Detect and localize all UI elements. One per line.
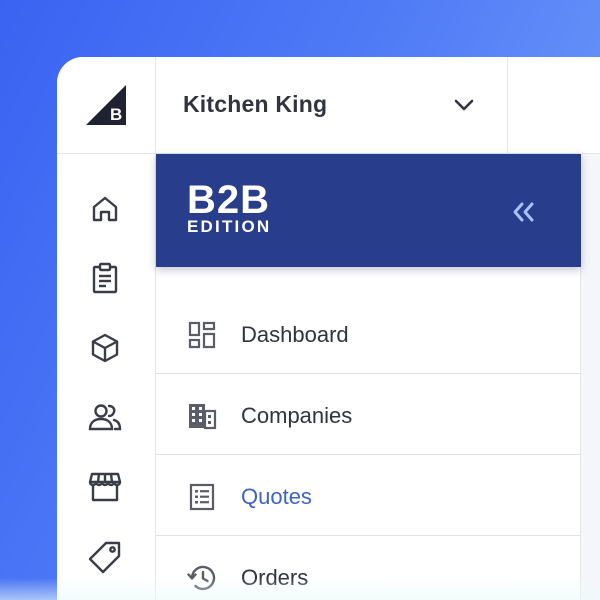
rail-home-button[interactable] <box>85 189 125 229</box>
tag-icon <box>88 541 121 574</box>
app-window: B Kitchen King B2B EDITION Dashboard Com… <box>57 57 600 600</box>
chevron-down-icon <box>454 99 474 111</box>
store-selector[interactable]: Kitchen King <box>156 57 508 154</box>
rail-marketing-button[interactable] <box>85 537 125 577</box>
header-right <box>508 57 600 154</box>
rail-customers-button[interactable] <box>85 397 125 437</box>
history-icon <box>187 565 216 591</box>
content-area <box>581 154 600 600</box>
collapse-sidebar-button[interactable] <box>508 197 538 227</box>
rail-storefront-button[interactable] <box>85 467 125 507</box>
quote-list-icon <box>189 483 215 511</box>
bigcommerce-logo-icon: B <box>86 85 126 125</box>
menu-item-dashboard[interactable]: Dashboard <box>156 293 581 374</box>
users-icon <box>88 404 122 431</box>
b2b-banner: B2B EDITION <box>156 154 581 267</box>
menu-item-label: Quotes <box>241 484 312 509</box>
menu-item-label: Dashboard <box>241 322 349 347</box>
menu-item-companies[interactable]: Companies <box>156 374 581 455</box>
clipboard-icon <box>92 262 118 294</box>
box-icon <box>91 333 119 363</box>
svg-text:B: B <box>110 105 122 124</box>
rail-orders-button[interactable] <box>85 258 125 298</box>
building-icon <box>189 404 217 430</box>
b2b-logo-top: B2B <box>187 178 271 222</box>
icon-rail: B <box>57 57 156 600</box>
storefront-icon <box>88 472 122 502</box>
rail-products-button[interactable] <box>85 328 125 368</box>
menu-item-quotes[interactable]: Quotes <box>156 455 581 536</box>
store-name: Kitchen King <box>183 91 328 117</box>
menu-item-label: Orders <box>241 565 309 590</box>
home-icon <box>92 196 118 222</box>
b2b-edition-logo: B2B EDITION <box>187 178 272 236</box>
b2b-sidebar: B2B EDITION Dashboard Companies Quotes O… <box>156 154 581 600</box>
bigcommerce-logo[interactable]: B <box>57 57 155 154</box>
b2b-logo-bottom: EDITION <box>187 217 272 236</box>
b2b-menu: Dashboard Companies Quotes Orders <box>156 293 581 600</box>
menu-item-label: Companies <box>241 403 353 428</box>
double-chevron-left-icon <box>513 202 534 222</box>
menu-item-orders[interactable]: Orders <box>156 536 581 600</box>
dashboard-icon <box>188 321 216 349</box>
